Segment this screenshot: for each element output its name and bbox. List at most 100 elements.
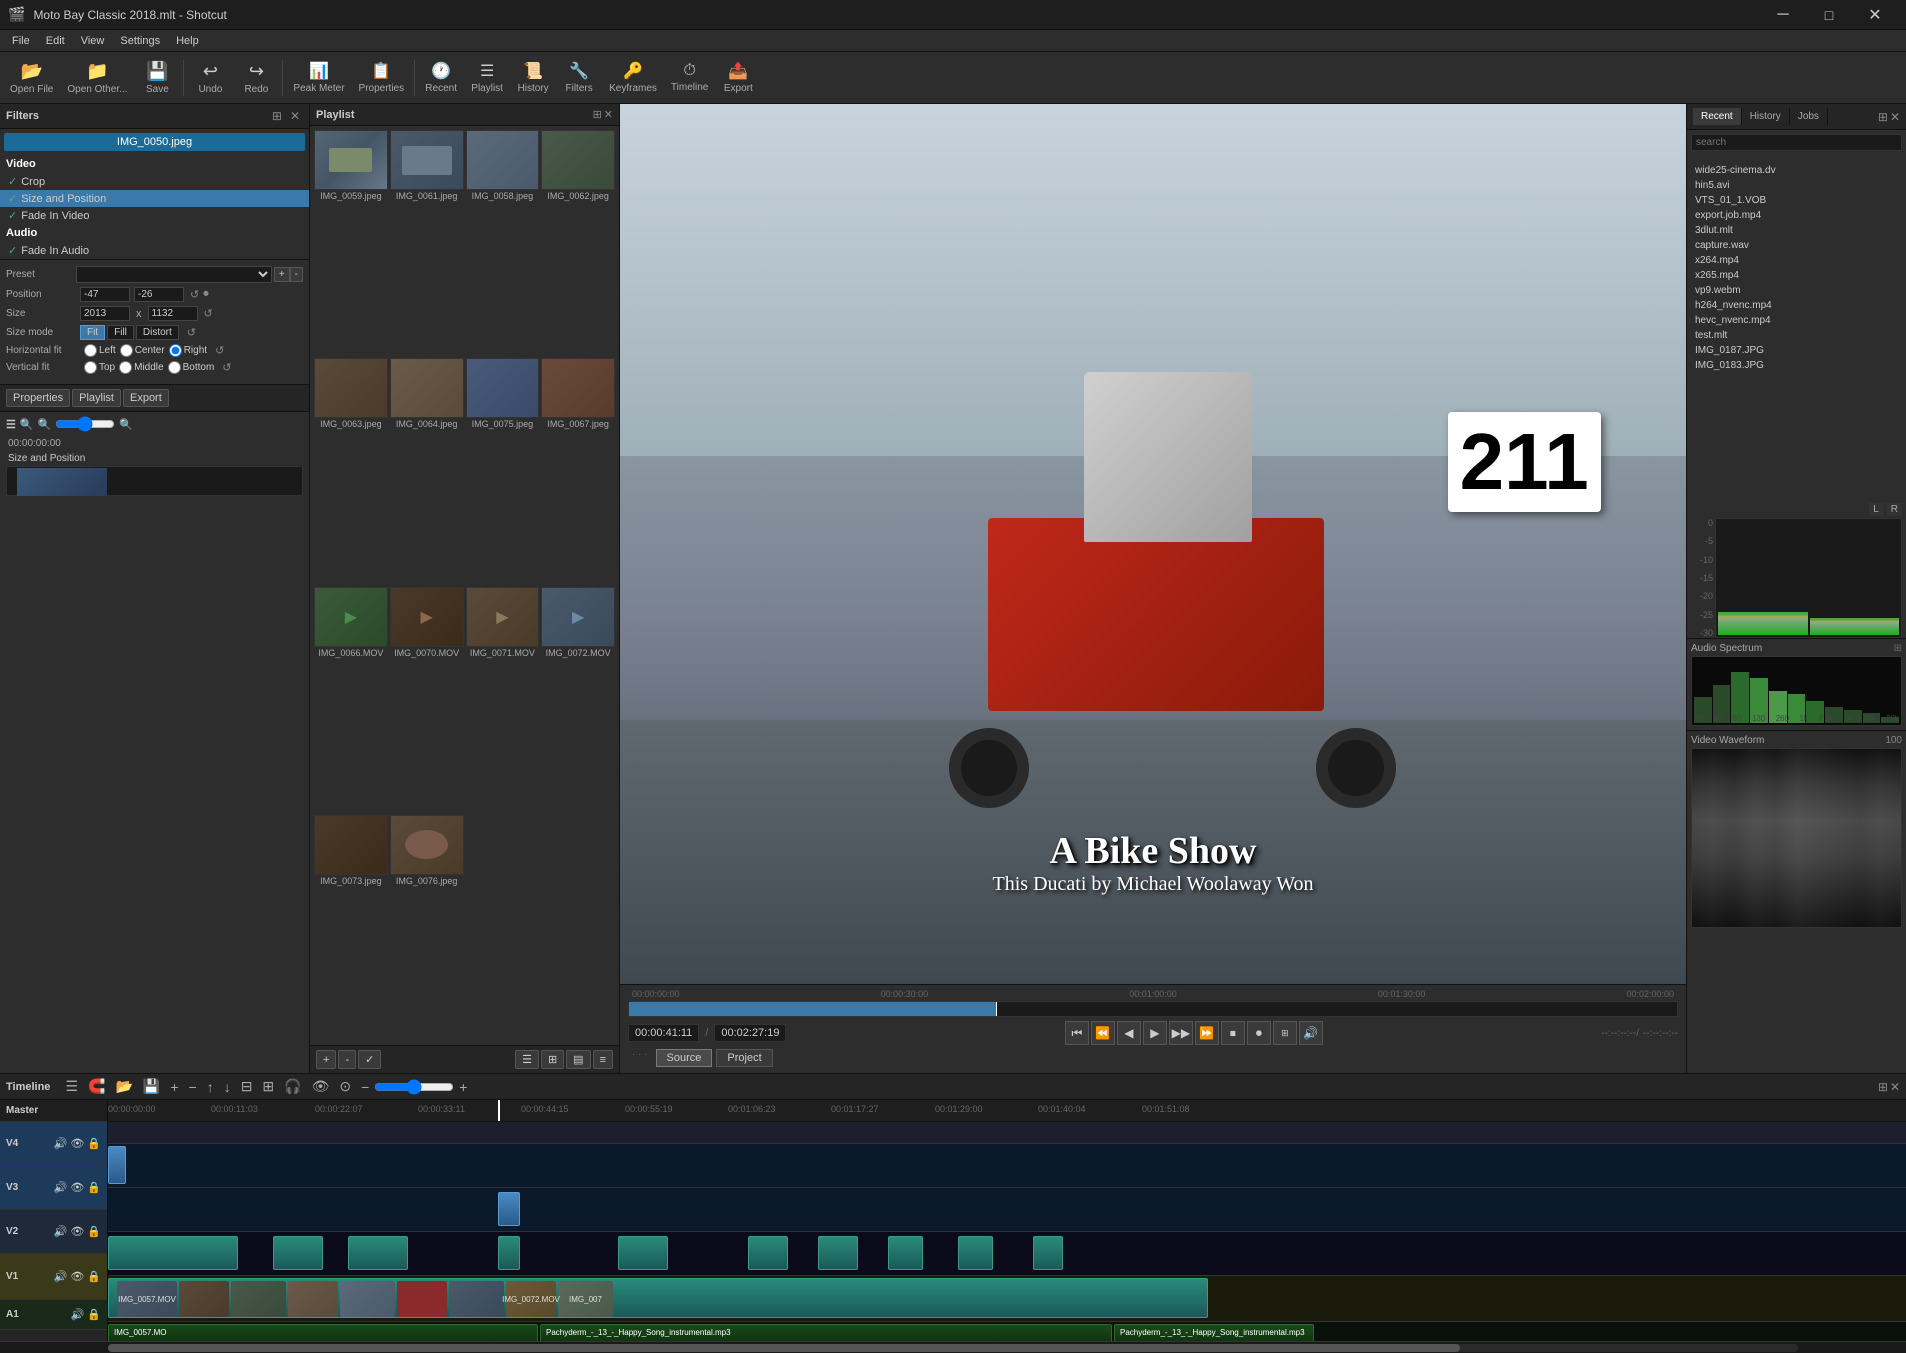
recent-item-0[interactable]: wide25-cinema.dv: [1691, 163, 1902, 178]
timeline-button[interactable]: ⏱ Timeline: [665, 55, 714, 101]
v2-clip-3[interactable]: [348, 1236, 408, 1270]
v3-clip-1[interactable]: [498, 1192, 520, 1226]
tl-zoom-in-button[interactable]: +: [456, 1078, 470, 1096]
filter-size-position[interactable]: ✓ Size and Position: [0, 190, 309, 207]
recent-item-13[interactable]: IMG_0183.JPG: [1691, 358, 1902, 373]
maximize-button[interactable]: □: [1806, 0, 1852, 30]
playlist-item-12[interactable]: IMG_0073.jpeg: [314, 815, 388, 1041]
size-mode-fill[interactable]: Fill: [107, 325, 134, 340]
track-a1-audio-icon[interactable]: 🔊: [71, 1308, 85, 1321]
rewind-button[interactable]: ⏪: [1091, 1021, 1115, 1045]
v2-clip-7[interactable]: [818, 1236, 858, 1270]
size-mode-distort[interactable]: Distort: [136, 325, 179, 340]
a1-clip-2[interactable]: Pachyderm_-_13_-_Happy_Song_instrumental…: [540, 1324, 1112, 1341]
tl-menu-button[interactable]: ☰: [62, 1077, 81, 1096]
tl-close-button[interactable]: ✕: [1890, 1080, 1900, 1094]
size-reset-icon[interactable]: ↺: [204, 307, 213, 320]
track-v2-eye-icon[interactable]: 👁: [70, 1225, 84, 1238]
tl-add-track-button[interactable]: +: [167, 1078, 181, 1096]
playlist-item-3[interactable]: IMG_0062.jpeg: [541, 130, 615, 356]
preset-remove-button[interactable]: -: [290, 267, 303, 282]
timeline-zoom-slider[interactable]: [374, 1079, 454, 1095]
recent-item-7[interactable]: x265.mp4: [1691, 268, 1902, 283]
track-v3-eye-icon[interactable]: 👁: [70, 1181, 84, 1194]
right-close-button[interactable]: ✕: [1890, 110, 1900, 124]
close-button[interactable]: ✕: [1852, 0, 1898, 30]
filters-expand-button[interactable]: ⊞: [269, 108, 285, 124]
a1-clip-3[interactable]: Pachyderm_-_13_-_Happy_Song_instrumental…: [1114, 1324, 1314, 1341]
volume-button[interactable]: 🔊: [1299, 1021, 1323, 1045]
track-v3-lock-icon[interactable]: 🔒: [87, 1181, 101, 1194]
size-mode-fit[interactable]: Fit: [80, 325, 105, 340]
tl-zoom-out-button[interactable]: −: [358, 1078, 372, 1096]
history-button[interactable]: 📜 History: [511, 55, 555, 101]
v2-clip-6[interactable]: [748, 1236, 788, 1270]
export-tab-button[interactable]: Export: [123, 389, 169, 407]
v2-clip-2[interactable]: [273, 1236, 323, 1270]
a1-track-row[interactable]: IMG_0057.MO Pachyderm_-_13_-_Happy_Song_…: [108, 1322, 1906, 1341]
recent-button[interactable]: 🕐 Recent: [419, 55, 463, 101]
filter-fade-in-video[interactable]: ✓ Fade In Video: [0, 207, 309, 224]
source-button[interactable]: Source: [656, 1049, 713, 1067]
position-y-input[interactable]: [134, 287, 184, 302]
h-fit-right[interactable]: Right: [169, 344, 207, 357]
tl-overwrite-button[interactable]: ↓: [221, 1078, 234, 1096]
recent-search-input[interactable]: [1691, 134, 1902, 151]
recent-item-8[interactable]: vp9.webm: [1691, 283, 1902, 298]
step-forward-button[interactable]: ▶▶: [1169, 1021, 1193, 1045]
v2-clip-10[interactable]: [1033, 1236, 1063, 1270]
filters-button[interactable]: 🔧 Filters: [557, 55, 601, 101]
v1-main-clip[interactable]: IMG_0057.MOV IMG_0072.MOV: [108, 1278, 1208, 1318]
keyframes-zoom-slider[interactable]: [55, 416, 115, 432]
v2-track-row[interactable]: [108, 1232, 1906, 1276]
stop-button[interactable]: ⏹: [1221, 1021, 1245, 1045]
recent-item-3[interactable]: export.job.mp4: [1691, 208, 1902, 223]
v4-track-row[interactable]: [108, 1144, 1906, 1188]
size-mode-reset-icon[interactable]: ↺: [187, 326, 196, 339]
properties-tab-button[interactable]: Properties: [6, 389, 70, 407]
position-x-input[interactable]: [80, 287, 130, 302]
menu-edit[interactable]: Edit: [38, 33, 73, 49]
track-v4-lock-icon[interactable]: 🔒: [87, 1137, 101, 1150]
playlist-compact-view-button[interactable]: ≡: [593, 1050, 613, 1069]
playlist-item-13[interactable]: IMG_0076.jpeg: [390, 815, 464, 1041]
menu-file[interactable]: File: [4, 33, 38, 49]
v-fit-top[interactable]: Top: [84, 361, 115, 374]
recent-item-1[interactable]: hin5.avi: [1691, 178, 1902, 193]
track-v1-lock-icon[interactable]: 🔒: [87, 1270, 101, 1283]
preset-add-button[interactable]: +: [274, 267, 290, 282]
v-fit-bottom[interactable]: Bottom: [168, 361, 215, 374]
v2-clip-1[interactable]: [108, 1236, 238, 1270]
timeline-scrollbar[interactable]: [0, 1341, 1906, 1353]
step-back-button[interactable]: ◀: [1117, 1021, 1141, 1045]
size-w-input[interactable]: [80, 306, 130, 321]
playlist-item-5[interactable]: IMG_0064.jpeg: [390, 358, 464, 584]
fast-forward-button[interactable]: ⏩: [1195, 1021, 1219, 1045]
v2-clip-8[interactable]: [888, 1236, 923, 1270]
h-fit-left[interactable]: Left: [84, 344, 116, 357]
playlist-add-button[interactable]: +: [316, 1050, 336, 1069]
playlist-item-0[interactable]: IMG_0059.jpeg: [314, 130, 388, 356]
project-button[interactable]: Project: [716, 1049, 772, 1067]
v1-track-row[interactable]: IMG_0057.MOV IMG_0072.MOV: [108, 1276, 1906, 1322]
h-fit-reset-icon[interactable]: ↺: [215, 344, 224, 357]
recent-item-11[interactable]: test.mlt: [1691, 328, 1902, 343]
position-keyframe-icon[interactable]: ⏺: [203, 288, 209, 301]
recent-item-6[interactable]: x264.mp4: [1691, 253, 1902, 268]
track-v4-eye-icon[interactable]: 👁: [70, 1137, 84, 1150]
tl-save-button[interactable]: 💾: [140, 1077, 163, 1096]
properties-button[interactable]: 📋 Properties: [353, 55, 411, 101]
keyframes-menu-icon[interactable]: ☰: [6, 418, 16, 431]
playlist-grid-view-button[interactable]: ⊞: [541, 1050, 564, 1069]
filters-close-button[interactable]: ✕: [287, 108, 303, 124]
preset-select[interactable]: [76, 266, 272, 283]
recent-item-9[interactable]: h264_nvenc.mp4: [1691, 298, 1902, 313]
playlist-button[interactable]: ☰ Playlist: [465, 55, 509, 101]
playlist-item-10[interactable]: ▶ IMG_0071.MOV: [466, 587, 540, 813]
track-a1-lock-icon[interactable]: 🔒: [87, 1308, 101, 1321]
tl-split-button[interactable]: ⊟: [238, 1077, 256, 1096]
tl-remove-track-button[interactable]: −: [186, 1078, 200, 1096]
playlist-item-8[interactable]: ▶ IMG_0066.MOV: [314, 587, 388, 813]
size-h-input[interactable]: [148, 306, 198, 321]
playlist-item-11[interactable]: ▶ IMG_0072.MOV: [541, 587, 615, 813]
